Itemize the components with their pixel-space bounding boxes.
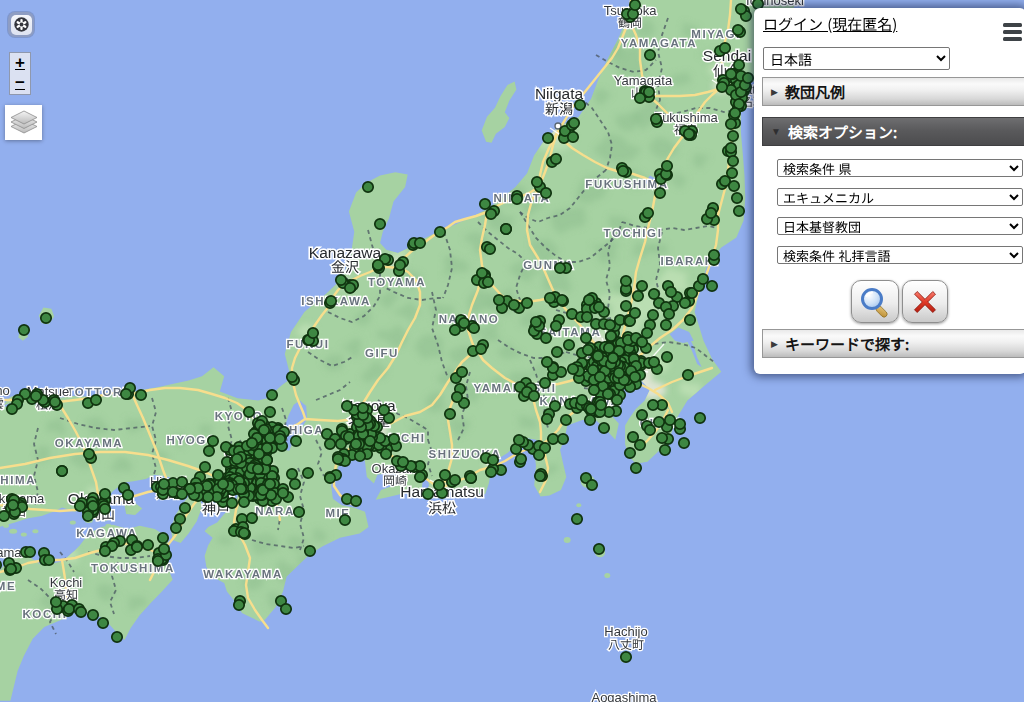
svg-text:HIROSHIMA: HIROSHIMA bbox=[0, 474, 36, 486]
login-link[interactable]: ログイン (現在匿名) bbox=[763, 13, 897, 34]
svg-text:新潟: 新潟 bbox=[545, 98, 573, 118]
svg-text:OKAYAMA: OKAYAMA bbox=[55, 437, 124, 449]
svg-text:出雲: 出雲 bbox=[0, 394, 4, 411]
language-select[interactable]: 日本語 bbox=[763, 47, 950, 70]
svg-text:NARA: NARA bbox=[255, 505, 295, 517]
svg-text:EHIME: EHIME bbox=[0, 580, 16, 592]
collapsed-arrow-icon: ▶ bbox=[771, 87, 778, 97]
hamburger-menu-button[interactable] bbox=[1003, 23, 1022, 42]
zoom-in-button[interactable]: + bbox=[10, 53, 30, 73]
zoom-control: + − bbox=[9, 52, 31, 95]
clear-button[interactable] bbox=[902, 280, 948, 323]
svg-text:浜松: 浜松 bbox=[428, 497, 456, 517]
layers-icon bbox=[9, 110, 39, 136]
svg-text:八丈町: 八丈町 bbox=[608, 635, 644, 652]
svg-text:Aogashima: Aogashima bbox=[591, 690, 657, 702]
zoom-out-button[interactable]: − bbox=[10, 73, 30, 93]
filter-worship-language-select[interactable]: 検索条件 礼拝言語 bbox=[777, 246, 1023, 264]
filter-ecumenical-select[interactable]: エキュメニカル bbox=[777, 188, 1023, 206]
filter-denomination-select[interactable]: 日本基督教団 bbox=[777, 217, 1023, 235]
svg-text:WAKAYAMA: WAKAYAMA bbox=[203, 568, 283, 580]
asterisk-gear-icon bbox=[11, 15, 32, 35]
collapsed-arrow-icon: ▶ bbox=[771, 339, 778, 349]
hamburger-icon bbox=[1003, 23, 1022, 27]
legend-section-label: 教団凡例 bbox=[785, 81, 845, 102]
layers-button[interactable] bbox=[5, 105, 42, 140]
keyword-section-header[interactable]: ▶ キーワードで探す: bbox=[762, 329, 1024, 358]
magnifier-icon bbox=[858, 285, 892, 319]
search-button[interactable] bbox=[851, 280, 899, 323]
search-options-label: 検索オプション: bbox=[788, 121, 897, 142]
svg-text:YAMAGATA: YAMAGATA bbox=[621, 37, 697, 49]
settings-button[interactable] bbox=[8, 12, 34, 37]
keyword-section-label: キーワードで探す: bbox=[785, 333, 909, 354]
expanded-arrow-icon: ▼ bbox=[771, 126, 781, 137]
legend-section-header[interactable]: ▶ 教団凡例 bbox=[762, 77, 1024, 106]
svg-text:金沢: 金沢 bbox=[331, 256, 359, 276]
filter-prefecture-select[interactable]: 検索条件 県 bbox=[777, 159, 1023, 177]
red-x-icon bbox=[910, 287, 940, 317]
svg-text:TOCHIGI: TOCHIGI bbox=[604, 227, 663, 239]
svg-text:GIFU: GIFU bbox=[365, 347, 399, 359]
search-options-header[interactable]: ▼ 検索オプション: bbox=[762, 117, 1024, 146]
search-panel: ログイン (現在匿名) 日本語 ▶ 教団凡例 ▼ 検索オプション: 検索条件 県… bbox=[754, 8, 1024, 374]
svg-text:TOYAMA: TOYAMA bbox=[368, 276, 426, 288]
